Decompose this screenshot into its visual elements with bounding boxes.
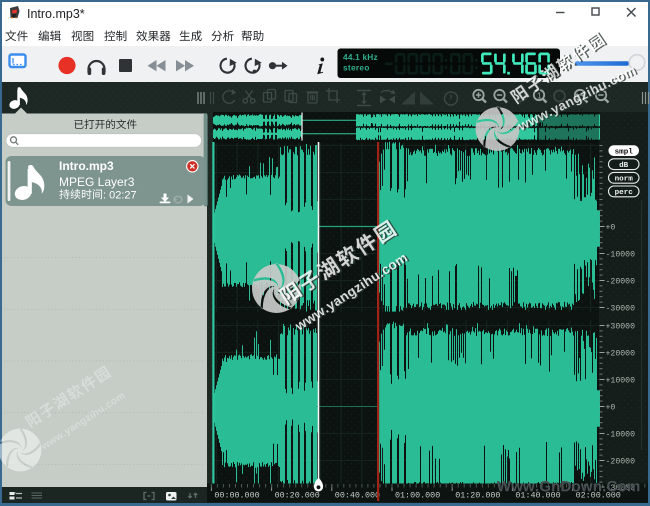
svg-text:-20000: -20000 <box>606 458 636 467</box>
svg-text:00:40.000: 00:40.000 <box>335 490 380 500</box>
svg-text:smpl: smpl <box>615 148 634 156</box>
svg-text:00:20.000: 00:20.000 <box>275 490 320 500</box>
svg-text:-10000: -10000 <box>606 431 636 440</box>
svg-text:+0: +0 <box>606 404 616 413</box>
svg-text:00:00.000: 00:00.000 <box>214 490 259 500</box>
svg-text:MPEG Layer3: MPEG Layer3 <box>59 175 135 189</box>
svg-text:Intro.mp3: Intro.mp3 <box>59 159 114 173</box>
svg-text:44.1 kHz: 44.1 kHz <box>343 52 378 62</box>
svg-text:stereo: stereo <box>343 63 370 73</box>
svg-text:Intro.mp3*: Intro.mp3* <box>27 7 85 21</box>
svg-text:+30000: +30000 <box>606 323 636 332</box>
svg-text:norm: norm <box>615 176 634 184</box>
svg-text:01:00.000: 01:00.000 <box>395 490 440 500</box>
svg-text:-10000: -10000 <box>606 251 636 260</box>
svg-text:1: 1 <box>537 92 542 101</box>
svg-text:+10000: +10000 <box>606 377 636 386</box>
svg-text:01:20.000: 01:20.000 <box>455 490 500 500</box>
svg-text:-20000: -20000 <box>606 278 636 287</box>
svg-text:perc: perc <box>615 189 634 197</box>
svg-text:+20000: +20000 <box>606 350 636 359</box>
svg-text:+0: +0 <box>606 224 616 233</box>
svg-text:dB: dB <box>619 162 629 170</box>
svg-text:-30000: -30000 <box>606 305 636 314</box>
svg-text:: 02:27: : 02:27 <box>103 189 137 201</box>
